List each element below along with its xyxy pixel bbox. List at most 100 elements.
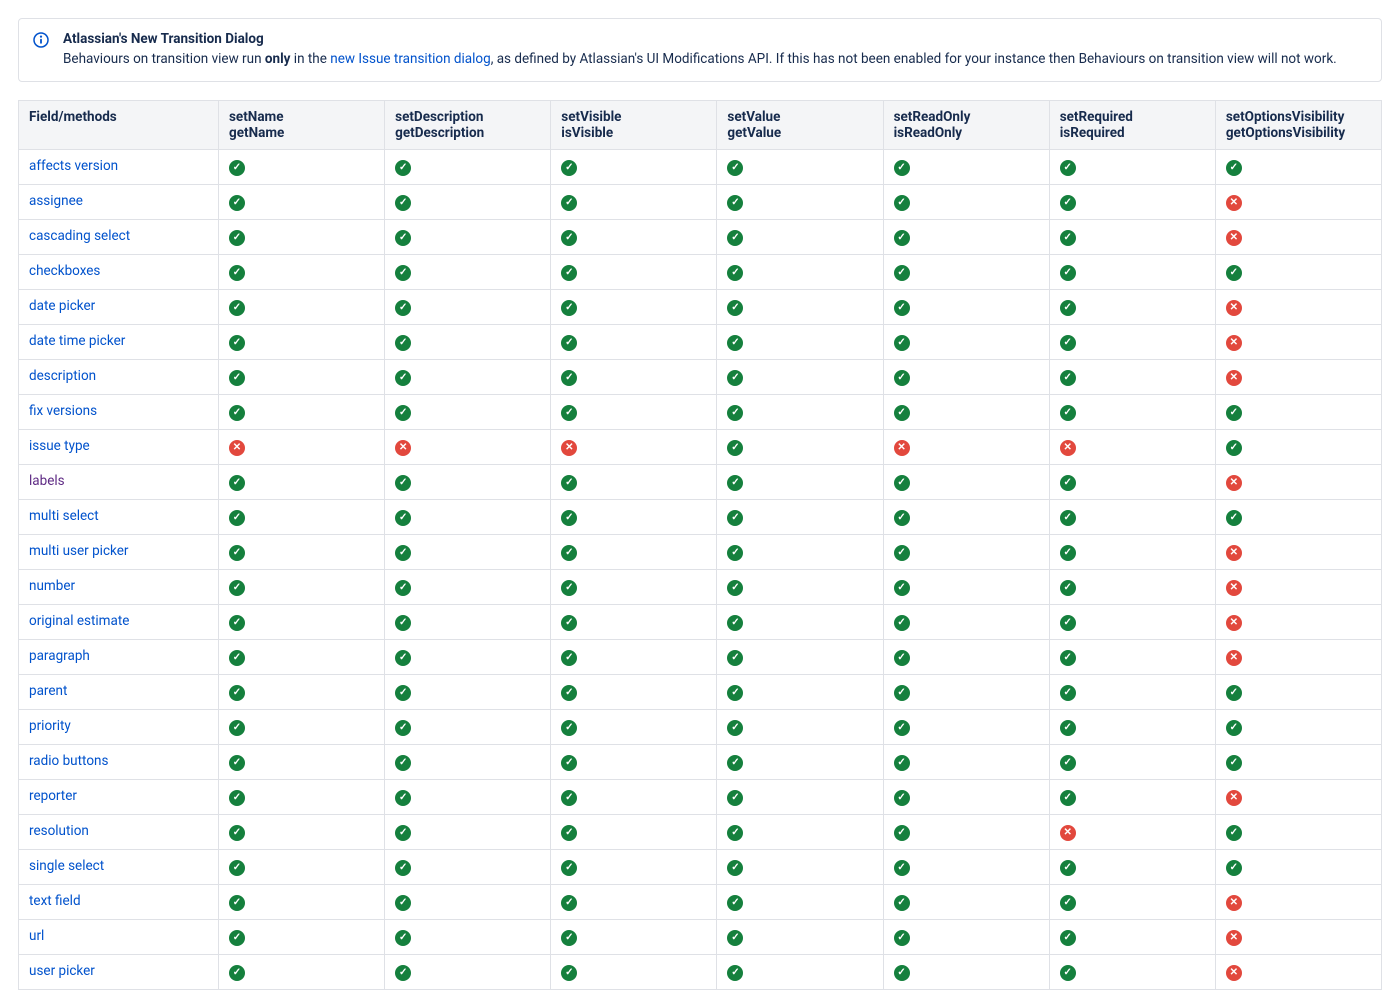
- check-icon: ✓: [727, 825, 743, 841]
- field-link[interactable]: parent: [29, 683, 67, 699]
- status-cell: ✓: [385, 465, 551, 500]
- info-text-part2: in the: [290, 51, 330, 67]
- status-cell: ✓: [1215, 150, 1381, 185]
- status-cell: ✓: [717, 430, 883, 465]
- field-link[interactable]: date time picker: [29, 333, 125, 349]
- status-cell: ✕: [1049, 815, 1215, 850]
- field-link[interactable]: user picker: [29, 963, 95, 979]
- status-cell: ✓: [219, 150, 385, 185]
- status-cell: ✓: [385, 360, 551, 395]
- cross-icon: ✕: [1226, 230, 1242, 246]
- status-cell: ✓: [551, 325, 717, 360]
- status-cell: ✓: [1049, 920, 1215, 955]
- table-row: radio buttons✓✓✓✓✓✓✓: [19, 745, 1382, 780]
- table-row: date time picker✓✓✓✓✓✓✕: [19, 325, 1382, 360]
- field-link[interactable]: priority: [29, 718, 71, 734]
- check-icon: ✓: [1060, 230, 1076, 246]
- check-icon: ✓: [395, 545, 411, 561]
- status-cell: ✓: [1049, 325, 1215, 360]
- header-method-line2: getOptionsVisibility: [1226, 125, 1371, 141]
- check-icon: ✓: [727, 475, 743, 491]
- status-cell: ✓: [717, 745, 883, 780]
- check-icon: ✓: [561, 790, 577, 806]
- field-link[interactable]: original estimate: [29, 613, 129, 629]
- check-icon: ✓: [1060, 265, 1076, 281]
- status-cell: ✓: [883, 605, 1049, 640]
- field-link[interactable]: number: [29, 578, 75, 594]
- field-link[interactable]: single select: [29, 858, 104, 874]
- check-icon: ✓: [894, 510, 910, 526]
- status-cell: ✓: [1049, 745, 1215, 780]
- field-link[interactable]: date picker: [29, 298, 95, 314]
- field-link[interactable]: paragraph: [29, 648, 90, 664]
- header-method-line1: setName: [229, 109, 374, 125]
- check-icon: ✓: [395, 510, 411, 526]
- status-cell: ✓: [1049, 360, 1215, 395]
- status-cell: ✓: [717, 185, 883, 220]
- check-icon: ✓: [395, 370, 411, 386]
- table-row: multi select✓✓✓✓✓✓✓: [19, 500, 1382, 535]
- status-cell: ✓: [551, 570, 717, 605]
- header-method-line1: setVisible: [561, 109, 706, 125]
- field-cell: cascading select: [19, 220, 219, 255]
- status-cell: ✓: [717, 325, 883, 360]
- status-cell: ✓: [219, 290, 385, 325]
- check-icon: ✓: [561, 475, 577, 491]
- field-link[interactable]: description: [29, 368, 96, 384]
- status-cell: ✓: [219, 325, 385, 360]
- status-cell: ✓: [385, 395, 551, 430]
- check-icon: ✓: [894, 580, 910, 596]
- check-icon: ✓: [894, 790, 910, 806]
- check-icon: ✓: [894, 300, 910, 316]
- status-cell: ✓: [1215, 500, 1381, 535]
- field-link[interactable]: labels: [29, 473, 65, 489]
- info-link[interactable]: new Issue transition dialog: [330, 51, 490, 67]
- status-cell: ✓: [385, 640, 551, 675]
- status-cell: ✓: [883, 185, 1049, 220]
- field-link[interactable]: checkboxes: [29, 263, 100, 279]
- status-cell: ✓: [1049, 290, 1215, 325]
- status-cell: ✓: [385, 570, 551, 605]
- status-cell: ✓: [1049, 500, 1215, 535]
- field-link[interactable]: issue type: [29, 438, 90, 454]
- table-row: url✓✓✓✓✓✓✕: [19, 920, 1382, 955]
- status-cell: ✓: [883, 710, 1049, 745]
- field-link[interactable]: multi select: [29, 508, 99, 524]
- status-cell: ✓: [1215, 710, 1381, 745]
- field-link[interactable]: resolution: [29, 823, 89, 839]
- field-link[interactable]: url: [29, 928, 44, 944]
- field-link[interactable]: radio buttons: [29, 753, 108, 769]
- table-row: single select✓✓✓✓✓✓✓: [19, 850, 1382, 885]
- status-cell: ✕: [1215, 220, 1381, 255]
- status-cell: ✓: [717, 850, 883, 885]
- field-link[interactable]: fix versions: [29, 403, 97, 419]
- check-icon: ✓: [1226, 440, 1242, 456]
- table-header-row: Field/methods setNamegetNamesetDescripti…: [19, 101, 1382, 150]
- status-cell: ✓: [717, 640, 883, 675]
- field-link[interactable]: affects version: [29, 158, 118, 174]
- status-cell: ✓: [883, 290, 1049, 325]
- field-link[interactable]: reporter: [29, 788, 77, 804]
- table-row: affects version✓✓✓✓✓✓✓: [19, 150, 1382, 185]
- field-cell: issue type: [19, 430, 219, 465]
- status-cell: ✓: [883, 500, 1049, 535]
- check-icon: ✓: [894, 755, 910, 771]
- field-link[interactable]: assignee: [29, 193, 83, 209]
- check-icon: ✓: [395, 895, 411, 911]
- cross-icon: ✕: [894, 440, 910, 456]
- field-link[interactable]: multi user picker: [29, 543, 128, 559]
- status-cell: ✓: [551, 465, 717, 500]
- status-cell: ✓: [717, 500, 883, 535]
- table-row: assignee✓✓✓✓✓✓✕: [19, 185, 1382, 220]
- field-link[interactable]: cascading select: [29, 228, 130, 244]
- status-cell: ✓: [551, 360, 717, 395]
- check-icon: ✓: [395, 580, 411, 596]
- check-icon: ✓: [894, 405, 910, 421]
- table-row: text field✓✓✓✓✓✓✕: [19, 885, 1382, 920]
- check-icon: ✓: [561, 720, 577, 736]
- field-link[interactable]: text field: [29, 893, 81, 909]
- status-cell: ✓: [717, 535, 883, 570]
- status-cell: ✓: [717, 675, 883, 710]
- status-cell: ✓: [1049, 465, 1215, 500]
- check-icon: ✓: [229, 580, 245, 596]
